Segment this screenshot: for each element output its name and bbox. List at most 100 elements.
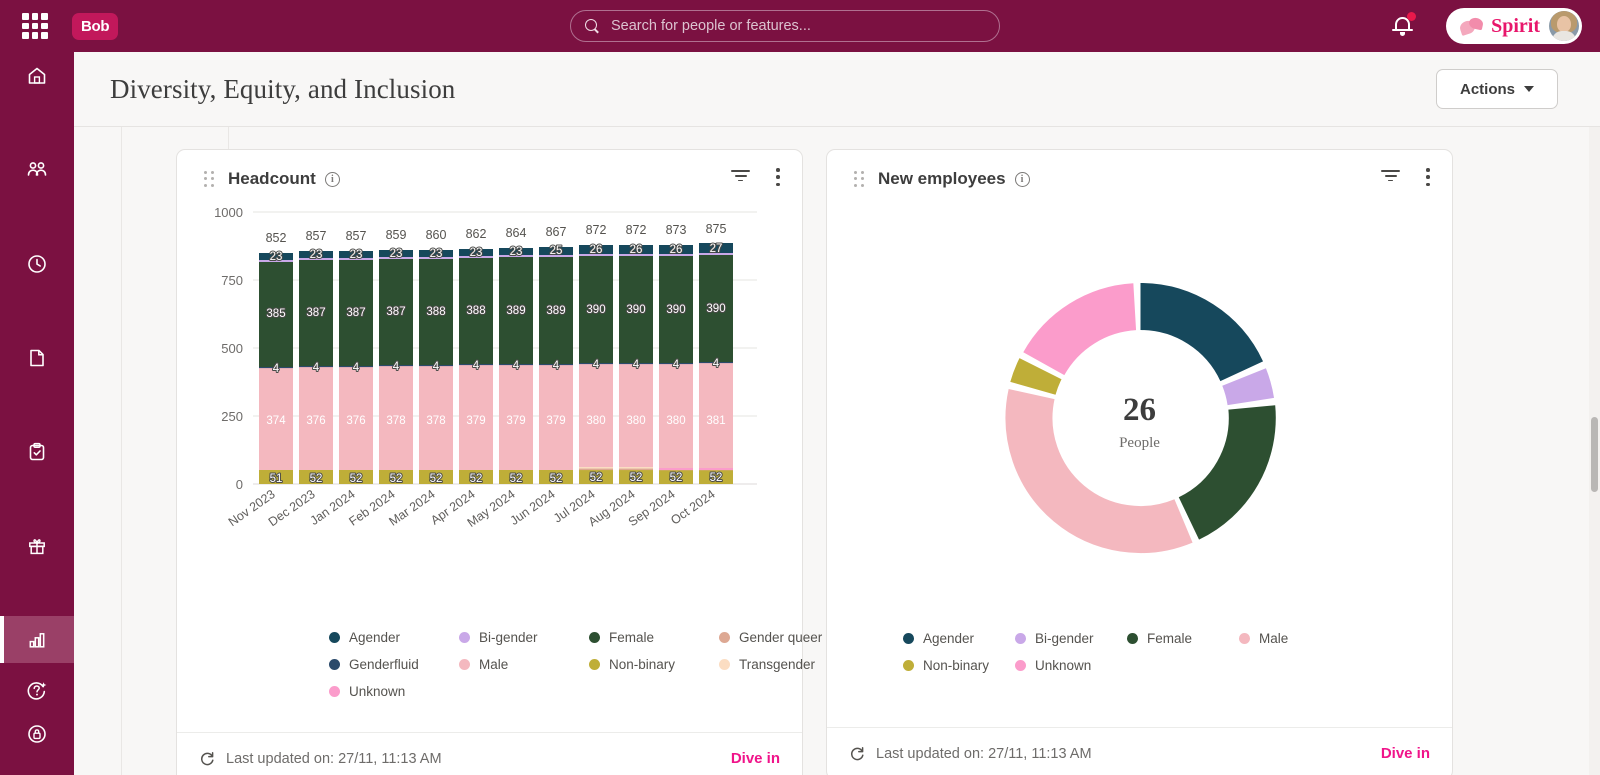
- svg-text:52: 52: [350, 473, 363, 485]
- svg-text:379: 379: [466, 415, 485, 427]
- chevron-down-icon: [1524, 86, 1534, 92]
- headcount-legend-item[interactable]: Bi-gender: [459, 630, 589, 645]
- headcount-legend-item[interactable]: Agender: [329, 630, 459, 645]
- svg-text:380: 380: [666, 415, 685, 427]
- svg-text:390: 390: [706, 303, 725, 315]
- svg-text:385: 385: [266, 308, 285, 320]
- vertical-scrollbar-thumb[interactable]: [1591, 417, 1598, 492]
- svg-text:4: 4: [713, 358, 720, 370]
- headcount-card-header: Headcount i: [177, 150, 802, 208]
- more-options-icon[interactable]: [1426, 168, 1430, 186]
- svg-text:52: 52: [510, 473, 523, 485]
- new-employees-legend-item[interactable]: Unknown: [1015, 658, 1127, 673]
- svg-text:26: 26: [670, 244, 683, 256]
- drag-handle-icon[interactable]: [854, 171, 864, 187]
- svg-text:51: 51: [270, 473, 283, 485]
- svg-text:500: 500: [221, 341, 243, 356]
- gift-icon: [29, 538, 45, 554]
- refresh-icon[interactable]: [199, 751, 215, 767]
- sidebar-item-documents[interactable]: [0, 334, 74, 381]
- svg-text:0: 0: [236, 477, 243, 492]
- sidebar-item-tasks[interactable]: [0, 428, 74, 475]
- filter-icon[interactable]: [1381, 170, 1400, 184]
- sidebar-item-home[interactable]: [0, 52, 74, 99]
- apps-grid-icon[interactable]: [22, 13, 48, 39]
- user-avatar[interactable]: [1549, 11, 1579, 41]
- headcount-legend-item[interactable]: Non-binary: [589, 657, 719, 672]
- legend-label: Gender queer: [739, 630, 823, 645]
- bar-group: 873 26 390 4 380 52: [659, 223, 693, 485]
- sidebar-item-time[interactable]: [0, 240, 74, 287]
- info-icon[interactable]: i: [1014, 171, 1030, 187]
- sidebar-item-help[interactable]: [0, 667, 74, 714]
- bell-rim: [1392, 29, 1413, 31]
- bob-logo[interactable]: Bob: [72, 12, 119, 40]
- bar-group: 875 27 390 4 381 52: [699, 222, 733, 485]
- svg-text:388: 388: [466, 305, 485, 317]
- left-sidebar: [0, 52, 74, 775]
- people-icon: [27, 161, 47, 176]
- actions-label: Actions: [1459, 80, 1515, 98]
- new-employees-legend-item[interactable]: Bi-gender: [1015, 631, 1127, 646]
- vertical-scrollbar-track[interactable]: [1589, 127, 1600, 775]
- svg-text:4: 4: [353, 362, 360, 374]
- svg-text:875: 875: [706, 222, 727, 236]
- info-icon[interactable]: i: [324, 171, 340, 187]
- new-employees-legend-item[interactable]: Agender: [903, 631, 1015, 646]
- clipboard-check-icon: [29, 442, 45, 460]
- svg-text:857: 857: [306, 229, 327, 243]
- headcount-legend-item[interactable]: Genderfluid: [329, 657, 459, 672]
- new-employees-card-header: New employees i: [827, 150, 1452, 208]
- bar-group: 872 26 390 4 380 52: [579, 223, 613, 485]
- drag-handle-icon[interactable]: [204, 171, 214, 187]
- filter-icon[interactable]: [731, 170, 750, 184]
- svg-text:23: 23: [470, 247, 483, 259]
- svg-text:872: 872: [586, 223, 607, 237]
- new-employees-card-title: New employees: [878, 169, 1006, 188]
- svg-text:23: 23: [510, 246, 523, 258]
- svg-text:4: 4: [513, 360, 520, 372]
- notification-bell-icon[interactable]: [1392, 12, 1416, 38]
- layout-guide-line: [121, 127, 122, 775]
- sidebar-item-people[interactable]: [0, 146, 74, 193]
- refresh-icon[interactable]: [849, 746, 865, 762]
- headcount-card-tools: [731, 168, 780, 186]
- svg-text:857: 857: [346, 229, 367, 243]
- search-input[interactable]: Search for people or features...: [570, 10, 1000, 42]
- headcount-legend-item[interactable]: Female: [589, 630, 719, 645]
- spirit-heart-logo-icon: [1458, 16, 1485, 36]
- spirit-button[interactable]: Spirit: [1446, 8, 1582, 44]
- headcount-dive-in-link[interactable]: Dive in: [731, 750, 780, 767]
- sidebar-item-analytics[interactable]: [0, 616, 74, 663]
- legend-color-dot: [459, 632, 470, 643]
- sidebar-item-benefits[interactable]: [0, 522, 74, 569]
- new-employees-legend-item[interactable]: Non-binary: [903, 658, 1015, 673]
- headcount-legend-item[interactable]: Unknown: [329, 684, 459, 699]
- headcount-legend-item[interactable]: Male: [459, 657, 589, 672]
- svg-text:27: 27: [710, 243, 723, 255]
- svg-text:387: 387: [346, 307, 365, 319]
- svg-text:872: 872: [626, 223, 647, 237]
- svg-text:4: 4: [433, 361, 440, 373]
- document-icon: [30, 349, 44, 366]
- legend-color-dot: [329, 659, 340, 670]
- legend-color-dot: [459, 659, 470, 670]
- legend-color-dot: [903, 660, 914, 671]
- legend-color-dot: [329, 686, 340, 697]
- legend-label: Genderfluid: [349, 657, 419, 672]
- svg-text:52: 52: [470, 473, 483, 485]
- legend-color-dot: [719, 659, 730, 670]
- new-employees-legend-item[interactable]: Male: [1239, 631, 1351, 646]
- new-employees-legend-item[interactable]: Female: [1127, 631, 1239, 646]
- new-employees-dive-in-link[interactable]: Dive in: [1381, 745, 1430, 762]
- svg-text:4: 4: [553, 360, 560, 372]
- legend-color-dot: [1239, 633, 1250, 644]
- svg-text:Mar 2024: Mar 2024: [386, 487, 437, 529]
- more-options-icon[interactable]: [776, 168, 780, 186]
- svg-text:250: 250: [221, 409, 243, 424]
- svg-text:4: 4: [393, 361, 400, 373]
- sidebar-item-compensation[interactable]: [0, 710, 74, 757]
- actions-button[interactable]: Actions: [1436, 69, 1558, 109]
- svg-text:859: 859: [386, 228, 407, 242]
- bell-clapper: [1400, 32, 1405, 36]
